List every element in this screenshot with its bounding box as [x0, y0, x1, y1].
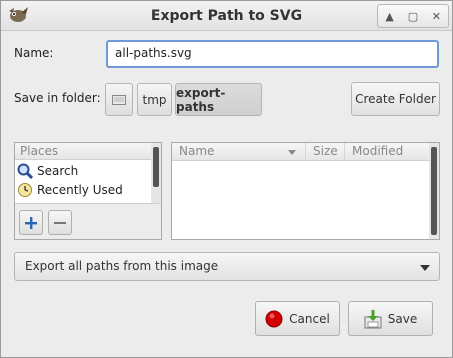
maximize-icon: ▢	[407, 9, 419, 23]
path-segment-export-paths[interactable]: export-paths	[175, 83, 262, 116]
export-mode-dropdown[interactable]: Export all paths from this image	[14, 252, 440, 281]
export-path-dialog: Export Path to SVG ▲ ▢ ✕ Name: all-paths…	[0, 0, 453, 358]
sort-descending-icon	[288, 150, 296, 155]
places-scroll-thumb[interactable]	[153, 147, 159, 187]
files-pane: Name Size Modified	[171, 142, 440, 240]
files-scrollbar[interactable]	[429, 143, 439, 239]
add-bookmark-button[interactable]	[19, 210, 43, 235]
column-name-label: Name	[179, 144, 215, 158]
close-button[interactable]: ✕	[425, 5, 448, 27]
filename-input[interactable]: all-paths.svg	[106, 40, 439, 68]
save-button[interactable]: Save	[348, 301, 433, 336]
places-footer	[15, 203, 161, 239]
cancel-button[interactable]: Cancel	[255, 301, 340, 336]
search-icon	[17, 163, 33, 179]
places-header: Places	[15, 143, 151, 160]
column-modified-label: Modified	[352, 144, 404, 158]
column-size-label: Size	[313, 144, 338, 158]
drive-icon	[112, 94, 126, 105]
title-bar[interactable]: Export Path to SVG ▲ ▢ ✕	[1, 1, 452, 31]
name-label: Name:	[14, 46, 54, 60]
close-icon: ✕	[431, 9, 441, 23]
files-header: Name Size Modified	[172, 143, 429, 161]
export-mode-selected: Export all paths from this image	[25, 259, 219, 273]
places-item-label: Recently Used	[37, 183, 123, 197]
places-scrollbar[interactable]	[151, 143, 161, 203]
create-folder-label: Create Folder	[355, 92, 436, 106]
cancel-icon	[265, 310, 283, 327]
places-item-label: Search	[37, 164, 79, 178]
remove-bookmark-button[interactable]	[48, 210, 72, 235]
arrow-up-icon: ▲	[385, 9, 394, 23]
plus-icon	[25, 216, 37, 229]
path-segment-label: tmp	[142, 92, 167, 107]
chevron-down-icon	[420, 265, 430, 271]
path-segment-tmp[interactable]: tmp	[137, 83, 172, 116]
files-scroll-thumb[interactable]	[431, 147, 437, 235]
maximize-button[interactable]: ▢	[401, 5, 424, 27]
places-pane: Places Search Recently Used	[14, 142, 162, 240]
restore-button[interactable]: ▲	[378, 5, 401, 27]
column-name[interactable]: Name	[172, 143, 306, 161]
recent-icon	[18, 183, 32, 197]
path-segment-label: export-paths	[176, 85, 226, 114]
path-root-button[interactable]	[105, 83, 133, 116]
cancel-label: Cancel	[289, 311, 330, 326]
places-item-search[interactable]: Search	[17, 162, 78, 180]
save-icon	[364, 309, 382, 328]
column-size[interactable]: Size	[306, 143, 345, 161]
create-folder-button[interactable]: Create Folder	[351, 82, 440, 116]
places-item-recently-used[interactable]: Recently Used	[17, 181, 123, 199]
minus-icon	[54, 221, 66, 224]
save-label: Save	[387, 311, 418, 326]
window-controls: ▲ ▢ ✕	[377, 4, 449, 28]
save-in-folder-label: Save in folder:	[14, 91, 101, 105]
column-modified[interactable]: Modified	[345, 143, 429, 161]
